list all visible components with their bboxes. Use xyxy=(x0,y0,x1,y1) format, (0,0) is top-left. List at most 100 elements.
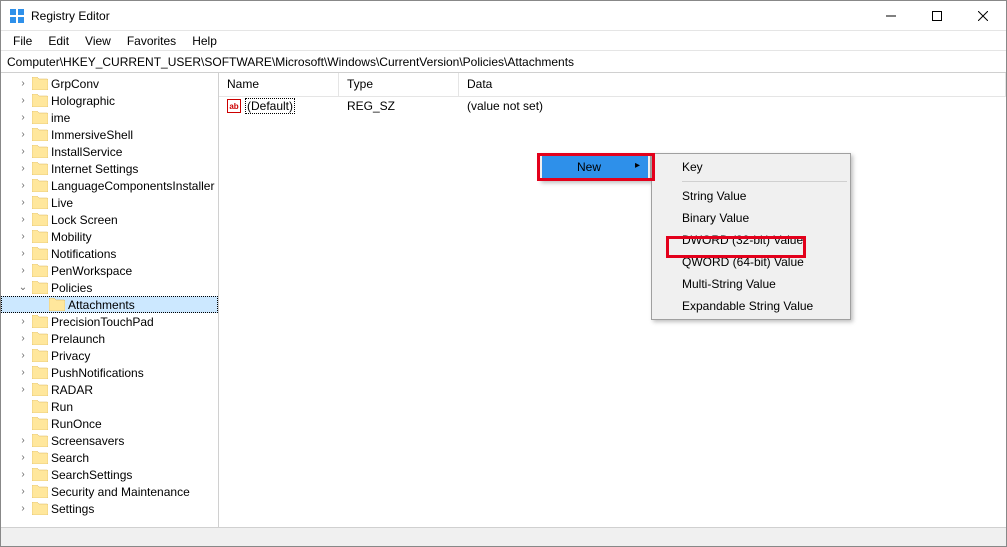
tree-item-attachments[interactable]: Attachments xyxy=(1,296,218,313)
folder-icon xyxy=(32,162,48,175)
tree-item-languagecomponentsinstaller[interactable]: › LanguageComponentsInstaller xyxy=(1,177,218,194)
registry-tree[interactable]: ›GrpConv›Holographic›ime›ImmersiveShell›… xyxy=(1,73,219,527)
col-header-data[interactable]: Data xyxy=(459,73,1006,96)
tree-expander-icon[interactable]: › xyxy=(17,316,29,327)
col-header-type[interactable]: Type xyxy=(339,73,459,96)
list-row[interactable]: ab(Default)REG_SZ(value not set) xyxy=(219,97,1006,115)
tree-item-pushnotifications[interactable]: ›PushNotifications xyxy=(1,364,218,381)
address-text: Computer\HKEY_CURRENT_USER\SOFTWARE\Micr… xyxy=(7,55,574,69)
tree-item-privacy[interactable]: ›Privacy xyxy=(1,347,218,364)
tree-item-installservice[interactable]: ›InstallService xyxy=(1,143,218,160)
context-menu-item-expandable-string-value[interactable]: Expandable String Value xyxy=(654,295,848,317)
folder-icon xyxy=(32,451,48,464)
tree-expander-icon[interactable]: › xyxy=(17,350,29,361)
tree-expander-icon[interactable]: › xyxy=(17,265,29,276)
tree-expander-icon[interactable]: › xyxy=(17,367,29,378)
tree-item-policies[interactable]: ⌄ Policies xyxy=(1,279,218,296)
context-menu-item-qword-64-bit-value[interactable]: QWORD (64-bit) Value xyxy=(654,251,848,273)
menu-help[interactable]: Help xyxy=(184,32,225,50)
tree-expander-icon[interactable]: › xyxy=(17,248,29,259)
tree-item-label: Run xyxy=(51,400,73,414)
tree-expander-icon[interactable]: › xyxy=(17,163,29,174)
tree-expander-icon[interactable]: › xyxy=(17,78,29,89)
folder-icon xyxy=(32,196,48,209)
tree-item-ime[interactable]: ›ime xyxy=(1,109,218,126)
context-menu-item-multi-string-value[interactable]: Multi-String Value xyxy=(654,273,848,295)
folder-icon xyxy=(32,468,48,481)
tree-expander-icon[interactable]: › xyxy=(17,452,29,463)
context-menu-item-binary-value[interactable]: Binary Value xyxy=(654,207,848,229)
tree-item-radar[interactable]: › RADAR xyxy=(1,381,218,398)
tree-item-run[interactable]: Run xyxy=(1,398,218,415)
tree-expander-icon[interactable]: › xyxy=(17,146,29,157)
tree-item-settings[interactable]: ›Settings xyxy=(1,500,218,517)
context-submenu-new[interactable]: Key String Value Binary Value DWORD (32-bit… xyxy=(651,153,851,320)
tree-item-searchsettings[interactable]: ›SearchSettings xyxy=(1,466,218,483)
context-menu[interactable]: New▸ xyxy=(539,153,651,181)
tree-item-screensavers[interactable]: ›Screensavers xyxy=(1,432,218,449)
tree-item-mobility[interactable]: ›Mobility xyxy=(1,228,218,245)
context-menu-item-string-value[interactable]: String Value xyxy=(654,185,848,207)
tree-item-label: LanguageComponentsInstaller xyxy=(51,179,214,193)
folder-icon xyxy=(32,213,48,226)
tree-item-live[interactable]: ›Live xyxy=(1,194,218,211)
folder-icon xyxy=(32,179,48,192)
tree-expander-icon[interactable]: › xyxy=(17,435,29,446)
col-header-name[interactable]: Name xyxy=(219,73,339,96)
tree-item-lock-screen[interactable]: ›Lock Screen xyxy=(1,211,218,228)
tree-item-holographic[interactable]: ›Holographic xyxy=(1,92,218,109)
folder-icon xyxy=(32,485,48,498)
value-name: (Default) xyxy=(245,98,295,114)
menu-edit[interactable]: Edit xyxy=(40,32,77,50)
menu-favorites[interactable]: Favorites xyxy=(119,32,184,50)
tree-item-notifications[interactable]: ›Notifications xyxy=(1,245,218,262)
tree-expander-icon[interactable]: › xyxy=(17,333,29,344)
tree-expander-icon[interactable]: › xyxy=(17,503,29,514)
context-menu-item-key[interactable]: Key xyxy=(654,156,848,178)
tree-expander-icon[interactable]: › xyxy=(17,214,29,225)
tree-expander-icon[interactable]: › xyxy=(17,469,29,480)
tree-item-runonce[interactable]: RunOnce xyxy=(1,415,218,432)
tree-item-immersiveshell[interactable]: ›ImmersiveShell xyxy=(1,126,218,143)
context-menu-item-label: Binary Value xyxy=(682,211,749,225)
folder-icon xyxy=(32,315,48,328)
tree-expander-icon[interactable]: › xyxy=(17,112,29,123)
context-menu-item-new[interactable]: New▸ xyxy=(542,156,648,178)
tree-item-search[interactable]: ›Search xyxy=(1,449,218,466)
tree-expander-icon[interactable]: › xyxy=(17,95,29,106)
folder-icon xyxy=(32,145,48,158)
tree-item-label: Policies xyxy=(51,281,92,295)
tree-expander-icon[interactable]: › xyxy=(17,384,29,395)
tree-item-precisiontouchpad[interactable]: ›PrecisionTouchPad xyxy=(1,313,218,330)
maximize-button[interactable] xyxy=(914,1,960,31)
folder-icon xyxy=(32,417,48,430)
folder-icon xyxy=(32,502,48,515)
context-menu-item-label: QWORD (64-bit) Value xyxy=(682,255,804,269)
tree-item-grpconv[interactable]: ›GrpConv xyxy=(1,75,218,92)
tree-item-penworkspace[interactable]: ›PenWorkspace xyxy=(1,262,218,279)
tree-item-label: RADAR xyxy=(51,383,93,397)
close-button[interactable] xyxy=(960,1,1006,31)
tree-expander-icon[interactable]: › xyxy=(17,129,29,140)
folder-icon xyxy=(32,281,48,294)
context-menu-item-dword-32-bit-value[interactable]: DWORD (32-bit) Value xyxy=(654,229,848,251)
folder-icon xyxy=(32,264,48,277)
registry-list: Name Type Data ab(Default)REG_SZ(value n… xyxy=(219,73,1006,527)
title-bar: Registry Editor xyxy=(1,1,1006,31)
address-bar[interactable]: Computer\HKEY_CURRENT_USER\SOFTWARE\Micr… xyxy=(1,51,1006,73)
window-title: Registry Editor xyxy=(31,9,868,23)
list-header: Name Type Data xyxy=(219,73,1006,97)
context-menu-separator xyxy=(682,181,847,182)
menu-file[interactable]: File xyxy=(5,32,40,50)
tree-item-internet-settings[interactable]: ›Internet Settings xyxy=(1,160,218,177)
tree-expander-icon[interactable]: › xyxy=(17,197,29,208)
tree-expander-icon[interactable]: › xyxy=(17,180,29,191)
cell-type: REG_SZ xyxy=(339,99,459,113)
tree-item-security-and-maintenance[interactable]: ›Security and Maintenance xyxy=(1,483,218,500)
menu-view[interactable]: View xyxy=(77,32,119,50)
tree-item-prelaunch[interactable]: ›Prelaunch xyxy=(1,330,218,347)
minimize-button[interactable] xyxy=(868,1,914,31)
tree-expander-icon[interactable]: ⌄ xyxy=(17,282,29,293)
tree-expander-icon[interactable]: › xyxy=(17,231,29,242)
tree-expander-icon[interactable]: › xyxy=(17,486,29,497)
